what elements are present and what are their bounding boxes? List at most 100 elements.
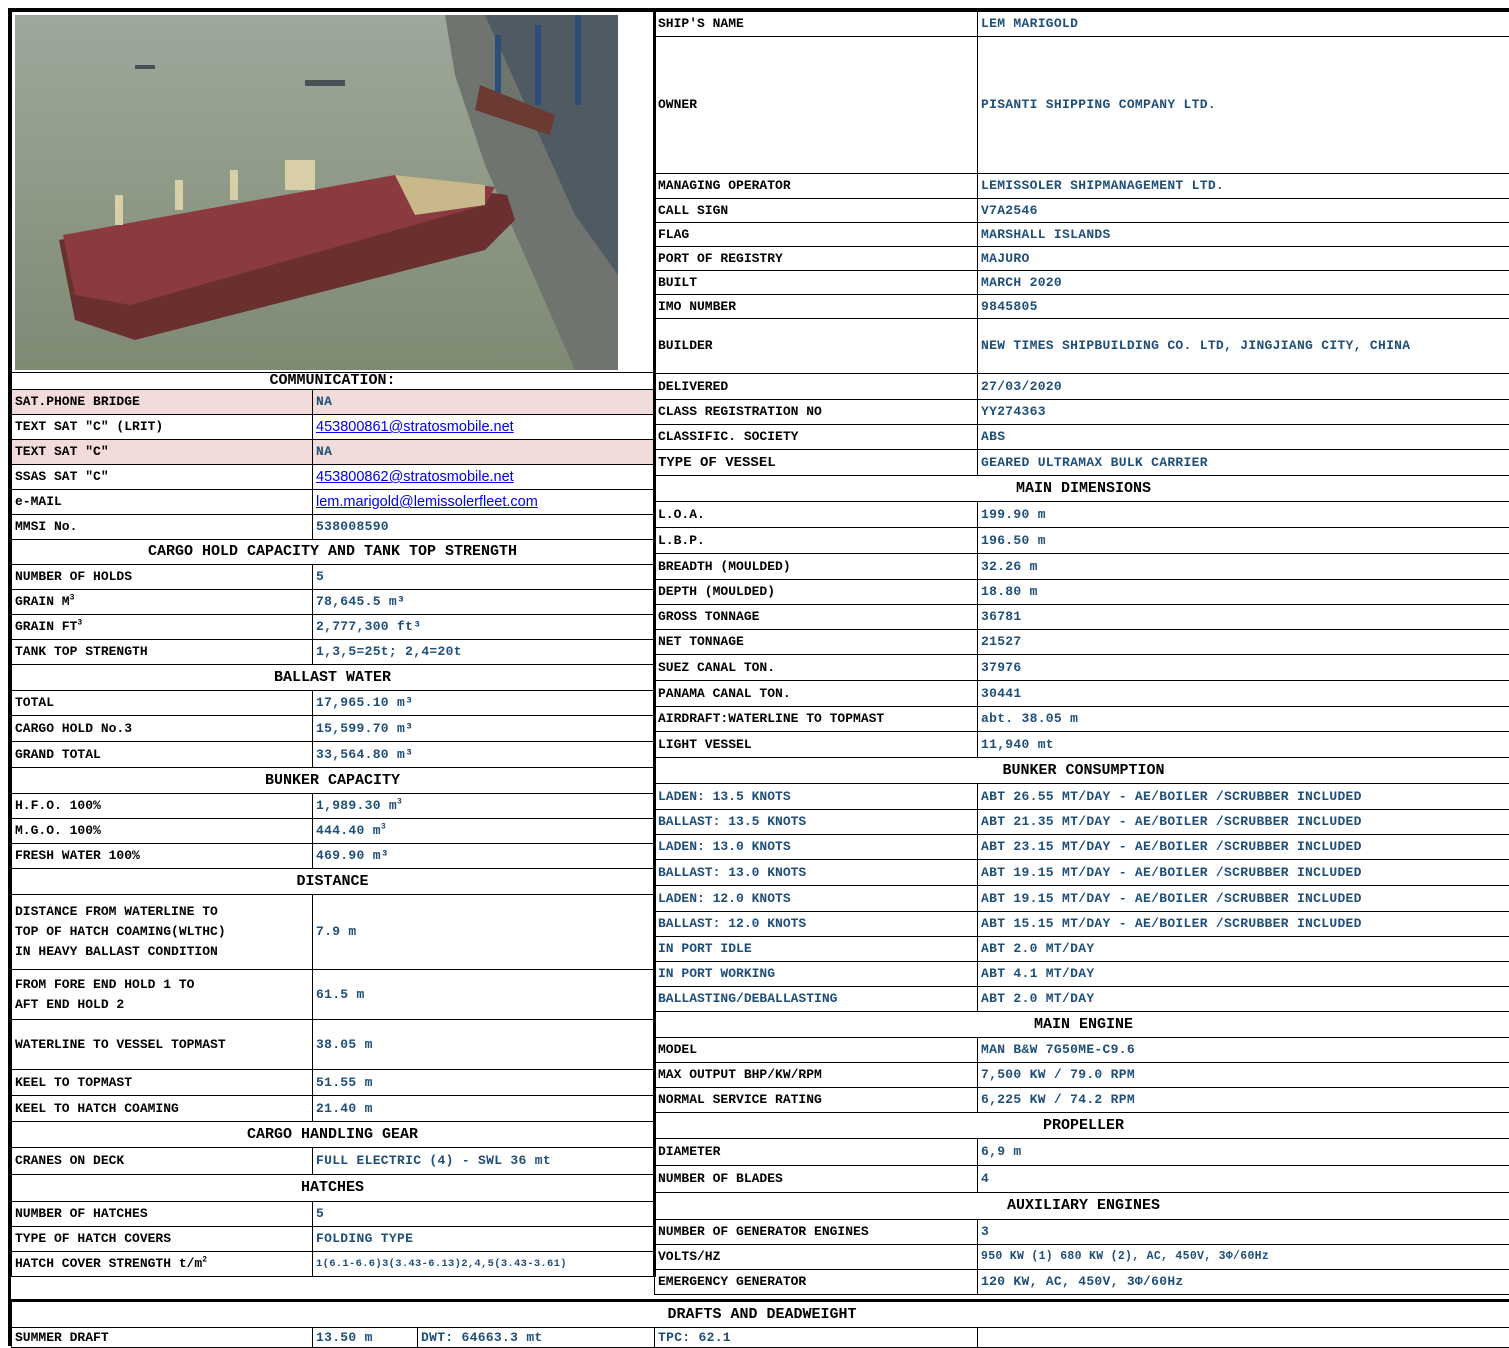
row-label: CLASS REGISTRATION NO [655,400,978,425]
row-label: DISTANCE FROM WATERLINE TO TOP OF HATCH … [12,895,313,970]
row-value: 1(6.1-6.6)3(3.43-6.13)2,4,5(3.43-3.61) [313,1252,655,1277]
row-label: DIAMETER [655,1139,978,1166]
row-value: 17,965.10 m³ [313,691,655,716]
row-value: 37976 [978,655,1509,681]
row-label: TEXT SAT "C" (LRIT) [12,415,313,440]
distance-header: DISTANCE [12,869,655,895]
row-label: NORMAL SERVICE RATING [655,1088,978,1113]
drafts-section: DRAFTS AND DEADWEIGHT SUMMER DRAFT 13.50… [11,1299,1509,1348]
row-label: OWNER [655,37,978,174]
row-value: MARSHALL ISLANDS [978,223,1509,247]
photo-cell [12,12,655,373]
row-label: LADEN: 13.0 KNOTS [655,835,978,860]
right-column: SHIP'S NAMELEM MARIGOLD OWNERPISANTI SHI… [654,11,1509,1295]
row-value: 5 [313,565,655,590]
label-line: DISTANCE FROM WATERLINE TO [15,904,309,920]
ship-photo [15,15,618,370]
row-value: MARCH 2020 [978,271,1509,295]
row-label: NET TONNAGE [655,630,978,655]
row-value: 950 KW (1) 680 KW (2), AC, 450V, 3Φ/60Hz [978,1245,1509,1270]
row-label: KEEL TO HATCH COAMING [12,1096,313,1122]
row-label: NUMBER OF HATCHES [12,1202,313,1227]
hatch-strength-label: HATCH COVER STRENGTH t/m [15,1256,202,1271]
row-label: EMERGENCY GENERATOR [655,1270,978,1295]
superscript: 3 [77,619,82,628]
row-value: 7,500 KW / 79.0 RPM [978,1063,1509,1088]
row-label: AIRDRAFT:WATERLINE TO TOPMAST [655,707,978,732]
row-label: HATCH COVER STRENGTH t/m2 [12,1252,313,1277]
ballast-water-header: BALLAST WATER [12,665,655,691]
propeller-header: PROPELLER [655,1113,1509,1139]
row-label: MMSI No. [12,515,313,540]
row-label: TANK TOP STRENGTH [12,640,313,665]
row-value: ABT 15.15 MT/DAY - AE/BOILER /SCRUBBER I… [978,912,1509,937]
row-label: MODEL [655,1038,978,1063]
row-value: 18.80 m [978,580,1509,605]
row-label: FRESH WATER 100% [12,844,313,869]
left-column: COMMUNICATION: SAT.PHONE BRIDGE NA TEXT … [11,11,654,1277]
row-value: PISANTI SHIPPING COMPANY LTD. [978,37,1509,174]
row-value: 36781 [978,605,1509,630]
row-label: MAX OUTPUT BHP/KW/RPM [655,1063,978,1088]
drafts-table: DRAFTS AND DEADWEIGHT SUMMER DRAFT 13.50… [11,1299,1509,1348]
row-label: FROM FORE END HOLD 1 TO AFT END HOLD 2 [12,970,313,1020]
row-value: FULL ELECTRIC (4) - SWL 36 mt [313,1148,655,1175]
row-label: CRANES ON DECK [12,1148,313,1175]
row-value: 32.26 m [978,554,1509,580]
row-value: 27/03/2020 [978,374,1509,400]
row-label: H.F.O. 100% [12,794,313,819]
row-value: 6,9 m [978,1139,1509,1166]
row-value: 1,3,5=25t; 2,4=20t [313,640,655,665]
row-value: 33,564.80 m³ [313,742,655,768]
row-label: IMO NUMBER [655,295,978,319]
row-label: CLASSIFIC. SOCIETY [655,425,978,450]
grain-m-label: GRAIN M [15,594,70,609]
hatches-header: HATCHES [12,1175,655,1202]
row-value: YY274363 [978,400,1509,425]
row-label: LADEN: 13.5 KNOTS [655,784,978,810]
row-label: PANAMA CANAL TON. [655,681,978,707]
row-value: 469.90 m³ [313,844,655,869]
row-value: 7.9 m [313,895,655,970]
row-value: ABT 26.55 MT/DAY - AE/BOILER /SCRUBBER I… [978,784,1509,810]
row-label: FLAG [655,223,978,247]
row-value: 199.90 m [978,502,1509,528]
row-label: LADEN: 12.0 KNOTS [655,886,978,912]
row-value: FOLDING TYPE [313,1227,655,1252]
row-label: WATERLINE TO VESSEL TOPMAST [12,1020,313,1070]
ship-email-link[interactable]: lem.marigold@lemissolerfleet.com [313,490,655,515]
row-value: 1,989.30 m3 [313,794,655,819]
row-label: e-MAIL [12,490,313,515]
label-line: TOP OF HATCH COAMING(WLTHC) [15,924,309,940]
hfo-value: 1,989.30 m [316,798,397,813]
row-value: MAJURO [978,247,1509,271]
row-label: GRAIN M3 [12,590,313,615]
row-value: 9845805 [978,295,1509,319]
row-value: 38.05 m [313,1020,655,1070]
row-value: ABT 21.35 MT/DAY - AE/BOILER /SCRUBBER I… [978,810,1509,835]
dwt-value: DWT: 64663.3 mt [418,1328,655,1348]
communication-header: COMMUNICATION: [12,373,655,390]
row-label: CALL SIGN [655,199,978,223]
row-label: SAT.PHONE BRIDGE [12,390,313,415]
row-label: MANAGING OPERATOR [655,174,978,199]
row-label: BALLAST: 12.0 KNOTS [655,912,978,937]
row-label: GROSS TONNAGE [655,605,978,630]
label-line: FROM FORE END HOLD 1 TO [15,977,309,993]
main-engine-header: MAIN ENGINE [655,1012,1509,1038]
row-value: 6,225 KW / 74.2 RPM [978,1088,1509,1113]
row-label: L.O.A. [655,502,978,528]
row-value: ABT 2.0 MT/DAY [978,987,1509,1012]
row-label: BALLASTING/DEBALLASTING [655,987,978,1012]
row-label: DELIVERED [655,374,978,400]
row-label: BUILDER [655,319,978,374]
row-label: TEXT SAT "C" [12,440,313,465]
row-value: 120 KW, AC, 450V, 3Φ/60Hz [978,1270,1509,1295]
row-label: IN PORT IDLE [655,937,978,962]
row-value: ABT 23.15 MT/DAY - AE/BOILER /SCRUBBER I… [978,835,1509,860]
lrit-email-link[interactable]: 453800861@stratosmobile.net [313,415,655,440]
mgo-value: 444.40 m [316,823,381,838]
main-dimensions-header: MAIN DIMENSIONS [655,476,1509,502]
ssas-email-link[interactable]: 453800862@stratosmobile.net [313,465,655,490]
row-label: NUMBER OF GENERATOR ENGINES [655,1220,978,1245]
